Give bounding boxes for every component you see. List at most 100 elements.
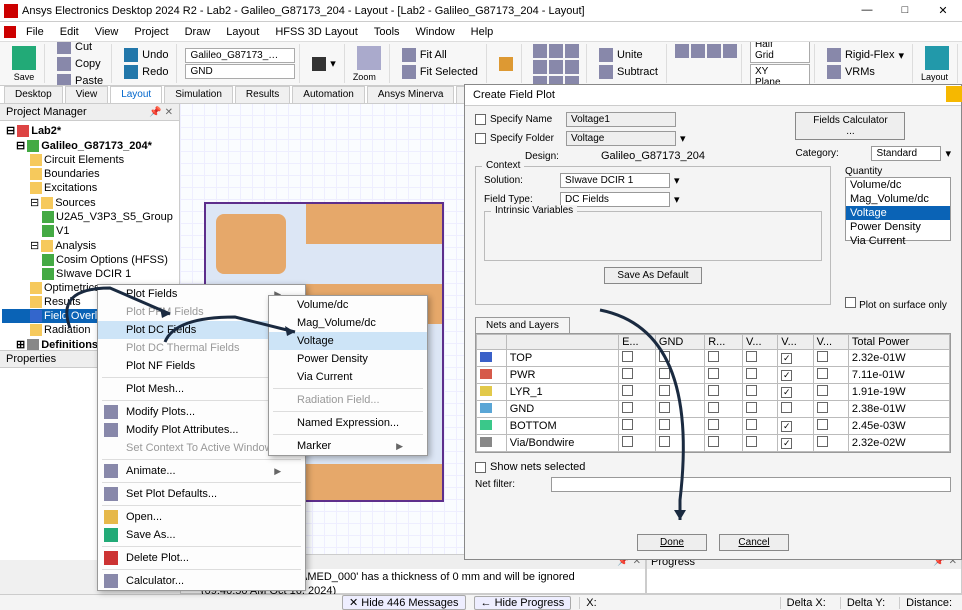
done-button[interactable]: Done: [637, 534, 707, 551]
tool-a[interactable]: [495, 56, 517, 72]
status-dy: Delta Y:: [840, 597, 891, 609]
vrms-button[interactable]: VRMs: [823, 64, 908, 80]
tab-view[interactable]: View: [65, 86, 109, 103]
fit-selected-button[interactable]: Fit Selected: [398, 64, 482, 80]
misc-icon[interactable]: [675, 44, 689, 58]
status-dist: Distance:: [899, 597, 958, 609]
layout-label: Layout: [921, 72, 953, 82]
status-x: X:: [579, 597, 602, 609]
specify-name-checkbox[interactable]: [475, 114, 486, 125]
cancel-button[interactable]: Cancel: [719, 534, 789, 551]
nets-table[interactable]: E...GNDR...V...V...V...Total Power TOP✓2…: [476, 334, 950, 453]
menu-view[interactable]: View: [89, 24, 125, 40]
nets-layers-tab[interactable]: Nets and Layers: [475, 317, 570, 333]
design-combo[interactable]: Galileo_G87173_…: [185, 48, 295, 63]
menu-edit[interactable]: Edit: [54, 24, 85, 40]
save-label: Save: [8, 72, 40, 82]
shape-icon[interactable]: [565, 60, 579, 74]
mi-open[interactable]: Open...: [98, 508, 305, 526]
menu-project[interactable]: Project: [128, 24, 174, 40]
design-value: Galileo_G87173_204: [601, 150, 705, 162]
shape-icon[interactable]: [533, 60, 547, 74]
quantity-label: Quantity: [845, 166, 951, 177]
specify-folder-checkbox[interactable]: [475, 133, 486, 144]
shape-icon[interactable]: [565, 44, 579, 58]
cursor-button[interactable]: ▾: [308, 56, 340, 72]
app-icon-small: [4, 26, 16, 38]
plane-combo[interactable]: XY Plane: [750, 64, 810, 86]
properties-title: Properties: [6, 353, 56, 365]
solution-combo[interactable]: SIwave DCIR 1: [560, 173, 670, 188]
unite-button[interactable]: Unite: [595, 47, 662, 63]
quantity-list[interactable]: Volume/dc Mag_Volume/dc Voltage Power De…: [845, 177, 951, 241]
category-combo[interactable]: Standard: [871, 146, 941, 161]
subtract-button[interactable]: Subtract: [595, 64, 662, 80]
tab-layout[interactable]: Layout: [110, 86, 162, 103]
grid-combo[interactable]: Half Grid: [750, 42, 810, 63]
menu-file[interactable]: File: [20, 24, 50, 40]
maximize-button[interactable]: □: [890, 4, 920, 17]
sm-marker[interactable]: Marker▶: [269, 437, 427, 455]
shape-icon[interactable]: [549, 44, 563, 58]
copy-button[interactable]: Copy: [53, 56, 107, 72]
status-bar: ✕ Hide 446 Messages ← Hide Progress X: D…: [0, 594, 962, 610]
layout-button[interactable]: [921, 45, 953, 71]
menu-draw[interactable]: Draw: [179, 24, 217, 40]
title-bar: Ansys Electronics Desktop 2024 R2 - Lab2…: [0, 0, 962, 22]
net-filter-input[interactable]: [551, 477, 951, 492]
paste-button[interactable]: Paste: [53, 73, 107, 87]
mi-calculator[interactable]: Calculator...: [98, 572, 305, 590]
fields-calculator-button[interactable]: Fields Calculator ...: [795, 112, 905, 140]
ansys-tab-icon[interactable]: [946, 86, 962, 102]
menu-tools[interactable]: Tools: [368, 24, 406, 40]
zoom-button[interactable]: [353, 45, 385, 71]
save-default-button[interactable]: Save As Default: [604, 267, 701, 284]
tab-results[interactable]: Results: [235, 86, 290, 103]
sm-named-expr[interactable]: Named Expression...: [269, 414, 427, 432]
mi-delete-plot[interactable]: Delete Plot...: [98, 549, 305, 567]
save-button[interactable]: [8, 45, 40, 71]
menu-help[interactable]: Help: [465, 24, 500, 40]
hide-messages-button[interactable]: ✕ Hide 446 Messages: [342, 595, 466, 610]
tab-simulation[interactable]: Simulation: [164, 86, 233, 103]
shape-icon[interactable]: [549, 60, 563, 74]
show-nets-checkbox[interactable]: [475, 462, 486, 473]
sm-radiation: Radiation Field...: [269, 391, 427, 409]
menu-window[interactable]: Window: [410, 24, 461, 40]
net-combo[interactable]: GND: [185, 64, 295, 79]
progress-pane: Progress📌 ✕: [646, 554, 962, 594]
sm-voltage[interactable]: Voltage: [269, 332, 427, 350]
plot-surface-checkbox[interactable]: [845, 297, 856, 308]
menu-bar: File Edit View Project Draw Layout HFSS …: [0, 22, 962, 42]
sm-mag-volumedc[interactable]: Mag_Volume/dc: [269, 314, 427, 332]
tab-minerva[interactable]: Ansys Minerva: [367, 86, 455, 103]
minimize-button[interactable]: —: [852, 4, 882, 17]
pm-title: Project Manager: [6, 106, 87, 118]
name-input[interactable]: Voltage1: [566, 112, 676, 127]
misc-icon[interactable]: [691, 44, 705, 58]
undo-button[interactable]: Undo: [120, 47, 172, 63]
sm-power-density[interactable]: Power Density: [269, 350, 427, 368]
rigidflex-button[interactable]: Rigid-Flex▾: [823, 47, 908, 63]
pm-pin-icon[interactable]: 📌 ✕: [149, 107, 173, 118]
tab-automation[interactable]: Automation: [292, 86, 365, 103]
close-button[interactable]: ✕: [928, 4, 958, 17]
redo-button[interactable]: Redo: [120, 64, 172, 80]
fit-all-button[interactable]: Fit All: [398, 47, 482, 63]
shape-icon[interactable]: [533, 44, 547, 58]
misc-icon[interactable]: [707, 44, 721, 58]
create-field-plot-dialog: Create Field Plot✕ Specify NameVoltage1 …: [464, 84, 962, 560]
menu-hfss3d[interactable]: HFSS 3D Layout: [269, 24, 364, 40]
context-submenu: Volume/dc Mag_Volume/dc Voltage Power De…: [268, 295, 428, 456]
mi-saveas[interactable]: Save As...: [98, 526, 305, 544]
menu-layout[interactable]: Layout: [220, 24, 265, 40]
misc-icon[interactable]: [723, 44, 737, 58]
sm-via-current[interactable]: Via Current: [269, 368, 427, 386]
sm-volumedc[interactable]: Volume/dc: [269, 296, 427, 314]
cut-button[interactable]: Cut: [53, 42, 107, 55]
mi-set-defaults[interactable]: Set Plot Defaults...: [98, 485, 305, 503]
tab-desktop[interactable]: Desktop: [4, 86, 63, 103]
folder-combo[interactable]: Voltage: [566, 131, 676, 146]
mi-animate[interactable]: Animate...▶: [98, 462, 305, 480]
hide-progress-button[interactable]: ← Hide Progress: [474, 596, 572, 610]
